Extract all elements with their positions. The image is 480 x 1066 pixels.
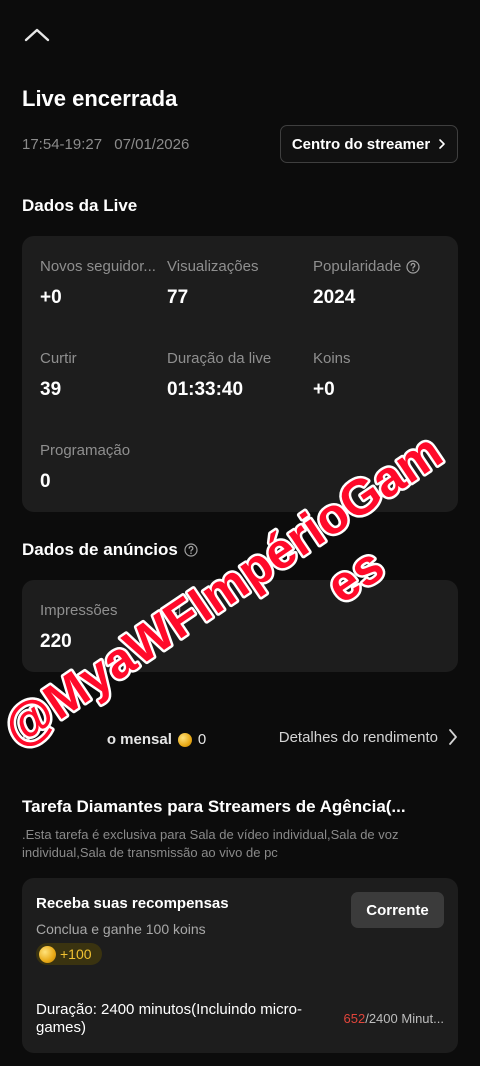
- streamer-center-label: Centro do streamer: [291, 135, 431, 153]
- task-description: .Esta tarefa é exclusiva para Sala de ví…: [22, 827, 399, 860]
- progress-total: /2400 Minut...: [365, 1011, 444, 1026]
- coin-icon: [177, 732, 192, 747]
- live-data-title-text: Dados da Live: [22, 196, 138, 215]
- stat-value: 39: [40, 379, 62, 400]
- current-button[interactable]: Corrente: [351, 892, 444, 928]
- stat-schedule: Programação 0: [40, 442, 130, 493]
- income-details-label: Detalhes do rendimento: [278, 728, 438, 746]
- live-time-range: 17:54-19:27: [22, 136, 103, 153]
- stat-clicks: Cl: [167, 602, 181, 619]
- stat-label: Duração da live: [167, 350, 272, 367]
- ads-data-card: Impressões 220 Cl: [22, 580, 458, 672]
- help-icon[interactable]: [406, 259, 421, 274]
- back-chevron-icon[interactable]: [20, 22, 54, 48]
- stat-label: Cl: [167, 602, 182, 619]
- stat-new-followers: Novos seguidor... +0: [40, 258, 162, 309]
- stat-value: +0: [313, 379, 335, 400]
- income-details-link[interactable]: Detalhes do rendimento: [279, 728, 458, 746]
- page-title: Live encerrada: [22, 86, 178, 111]
- chevron-right-icon: [439, 139, 445, 149]
- stat-views: Visualizações 77: [167, 258, 258, 309]
- task-title: Tarefa Diamantes para Streamers de Agênc…: [22, 797, 406, 816]
- reward-badge: +100: [36, 943, 102, 965]
- monthly-income-label-start: R: [22, 731, 33, 748]
- duration-label: Duração: 2400 minutos(Incluindo micro-ga…: [36, 1001, 302, 1036]
- stat-value: 01:33:40: [167, 379, 244, 400]
- monthly-income-value: 0: [197, 731, 207, 748]
- live-data-card: Novos seguidor... +0 Visualizações 77 Po…: [22, 236, 458, 512]
- stat-koins: Koins +0: [313, 350, 351, 401]
- monthly-income: R o mensal 0: [22, 731, 206, 748]
- stat-label: Curtir: [40, 350, 77, 367]
- stat-live-duration: Duração da live 01:33:40: [167, 350, 271, 401]
- stat-value: 0: [40, 471, 51, 492]
- progress-done: 652: [343, 1011, 366, 1026]
- ads-data-title-text: Dados de anúncios: [22, 540, 178, 559]
- stat-label: Popularidade: [313, 258, 402, 275]
- reward-title: Receba suas recompensas: [36, 895, 229, 912]
- stat-label: Novos seguidor...: [40, 258, 156, 275]
- stat-label: Impressões: [40, 602, 118, 619]
- stat-value: 77: [167, 287, 189, 308]
- stat-value: +0: [40, 287, 62, 308]
- reward-subtitle: Conclua e ganhe 100 koins: [36, 921, 206, 937]
- live-date: 07/01/2026: [114, 136, 190, 153]
- live-time-info: 17:54-19:27 07/01/2026: [22, 136, 189, 153]
- ads-data-title: Dados de anúncios: [22, 540, 198, 560]
- stat-likes: Curtir 39: [40, 350, 77, 401]
- coin-icon: [39, 945, 56, 963]
- stat-value: 220: [40, 631, 72, 652]
- duration-progress: 652/2400 Minut...: [344, 1011, 444, 1026]
- help-icon[interactable]: [184, 543, 198, 557]
- stat-impressions: Impressões 220: [40, 602, 118, 653]
- live-data-title: Dados da Live: [22, 196, 137, 216]
- stat-value: 2024: [313, 287, 356, 308]
- chevron-right-icon: [449, 729, 457, 745]
- stat-label: Koins: [313, 350, 351, 367]
- monthly-income-label-end: o mensal: [106, 731, 172, 748]
- streamer-center-button[interactable]: Centro do streamer: [280, 125, 458, 163]
- reward-card: Receba suas recompensas Conclua e ganhe …: [22, 878, 458, 1053]
- monthly-income-row: R o mensal 0 Detalhes do rendimento: [22, 728, 458, 752]
- stat-popularity: Popularidade 2024: [313, 258, 421, 309]
- reward-badge-value: +100: [60, 946, 92, 962]
- stat-label: Programação: [40, 442, 131, 459]
- stat-label: Visualizações: [167, 258, 259, 275]
